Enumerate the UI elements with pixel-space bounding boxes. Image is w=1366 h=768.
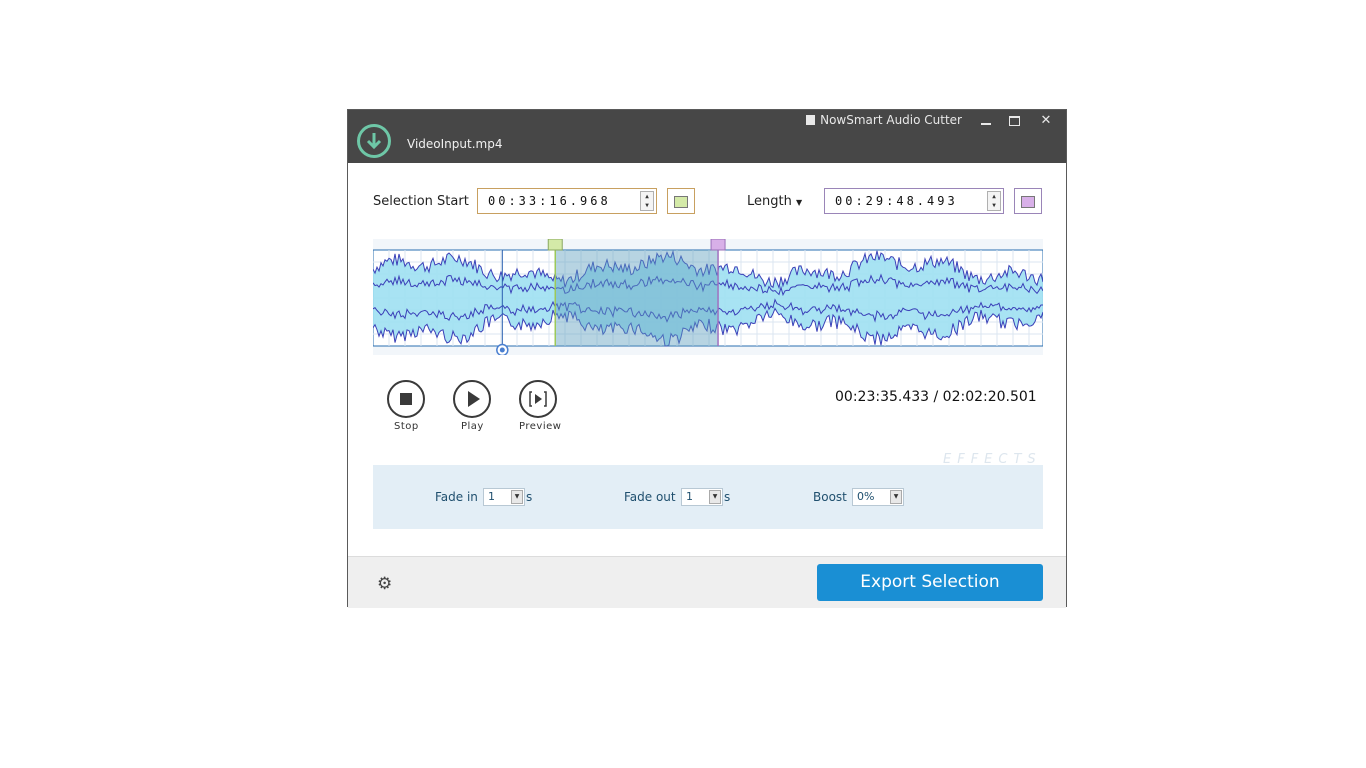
- spin-down-icon[interactable]: ▼: [641, 201, 653, 210]
- maximize-icon: [1008, 116, 1020, 126]
- boost-select[interactable]: 0% ▼: [852, 488, 904, 506]
- stop-icon: [400, 393, 412, 405]
- spin-up-icon[interactable]: ▲: [988, 192, 1000, 201]
- end-color-swatch: [1021, 196, 1035, 208]
- length-value: 00:29:48.493: [835, 194, 958, 208]
- chevron-down-icon[interactable]: ▼: [890, 490, 902, 504]
- minimize-icon: [981, 123, 991, 125]
- selection-start-value: 00:33:16.968: [488, 194, 611, 208]
- selection-region: [555, 250, 719, 346]
- gear-icon[interactable]: ⚙: [377, 574, 392, 594]
- close-button[interactable]: ✕: [1032, 112, 1060, 130]
- playhead-handle-dot: [499, 347, 505, 353]
- waveform[interactable]: [372, 238, 1044, 357]
- app-title-text: NowSmart Audio Cutter: [820, 113, 962, 127]
- close-icon: ✕: [1040, 113, 1052, 128]
- length-dropdown[interactable]: Length ▼: [747, 194, 802, 209]
- spin-down-icon[interactable]: ▼: [988, 201, 1000, 210]
- footer-bar: ⚙ Export Selection: [348, 556, 1066, 608]
- preview-icon: [529, 391, 547, 407]
- start-color-swatch: [674, 196, 688, 208]
- fade-out-value: 1: [686, 490, 693, 503]
- length-input[interactable]: 00:29:48.493 ▲ ▼: [824, 188, 1004, 214]
- length-spinner[interactable]: ▲ ▼: [987, 191, 1001, 211]
- playback-time-readout: 00:23:35.433 / 02:02:20.501: [835, 389, 1037, 405]
- selection-start-input[interactable]: 00:33:16.968 ▲ ▼: [477, 188, 657, 214]
- play-icon: [468, 391, 480, 407]
- minimize-button[interactable]: [972, 112, 1000, 130]
- length-label: Length: [747, 194, 792, 209]
- fade-out-unit: s: [724, 490, 731, 504]
- selection-start-handle: [547, 238, 563, 251]
- boost-value: 0%: [857, 490, 875, 503]
- play-button[interactable]: [453, 380, 491, 418]
- preview-label: Preview: [519, 421, 562, 432]
- selection-start-label: Selection Start: [373, 194, 469, 209]
- file-name: VideoInput.mp4: [407, 137, 503, 151]
- boost-label: Boost: [813, 490, 847, 504]
- selection-start-spinner[interactable]: ▲ ▼: [640, 191, 654, 211]
- selection-end-handle: [710, 238, 726, 251]
- chevron-down-icon: ▼: [795, 198, 803, 207]
- app-logo-icon: [806, 115, 816, 125]
- play-label: Play: [461, 421, 484, 432]
- fade-out-select[interactable]: 1 ▼: [681, 488, 723, 506]
- export-selection-button[interactable]: Export Selection: [817, 564, 1043, 601]
- fade-out-label: Fade out: [624, 490, 676, 504]
- waveform-panel[interactable]: [372, 238, 1044, 357]
- stop-label: Stop: [394, 421, 419, 432]
- effects-panel: Fade in 1 ▼ s Fade out 1 ▼ s Boost 0% ▼: [373, 465, 1043, 529]
- app-title: NowSmart Audio Cutter: [806, 113, 962, 127]
- app-window: VideoInput.mp4 NowSmart Audio Cutter ✕ S…: [347, 109, 1067, 608]
- spin-up-icon[interactable]: ▲: [641, 192, 653, 201]
- maximize-button[interactable]: [1000, 112, 1028, 130]
- chevron-down-icon[interactable]: ▼: [709, 490, 721, 504]
- start-marker-color-button[interactable]: [667, 188, 695, 214]
- stop-button[interactable]: [387, 380, 425, 418]
- download-icon[interactable]: [357, 124, 391, 158]
- title-bar[interactable]: VideoInput.mp4 NowSmart Audio Cutter ✕: [348, 110, 1066, 163]
- preview-button[interactable]: [519, 380, 557, 418]
- fade-in-unit: s: [526, 490, 533, 504]
- fade-in-value: 1: [488, 490, 495, 503]
- chevron-down-icon[interactable]: ▼: [511, 490, 523, 504]
- fade-in-label: Fade in: [435, 490, 478, 504]
- fade-in-select[interactable]: 1 ▼: [483, 488, 525, 506]
- end-marker-color-button[interactable]: [1014, 188, 1042, 214]
